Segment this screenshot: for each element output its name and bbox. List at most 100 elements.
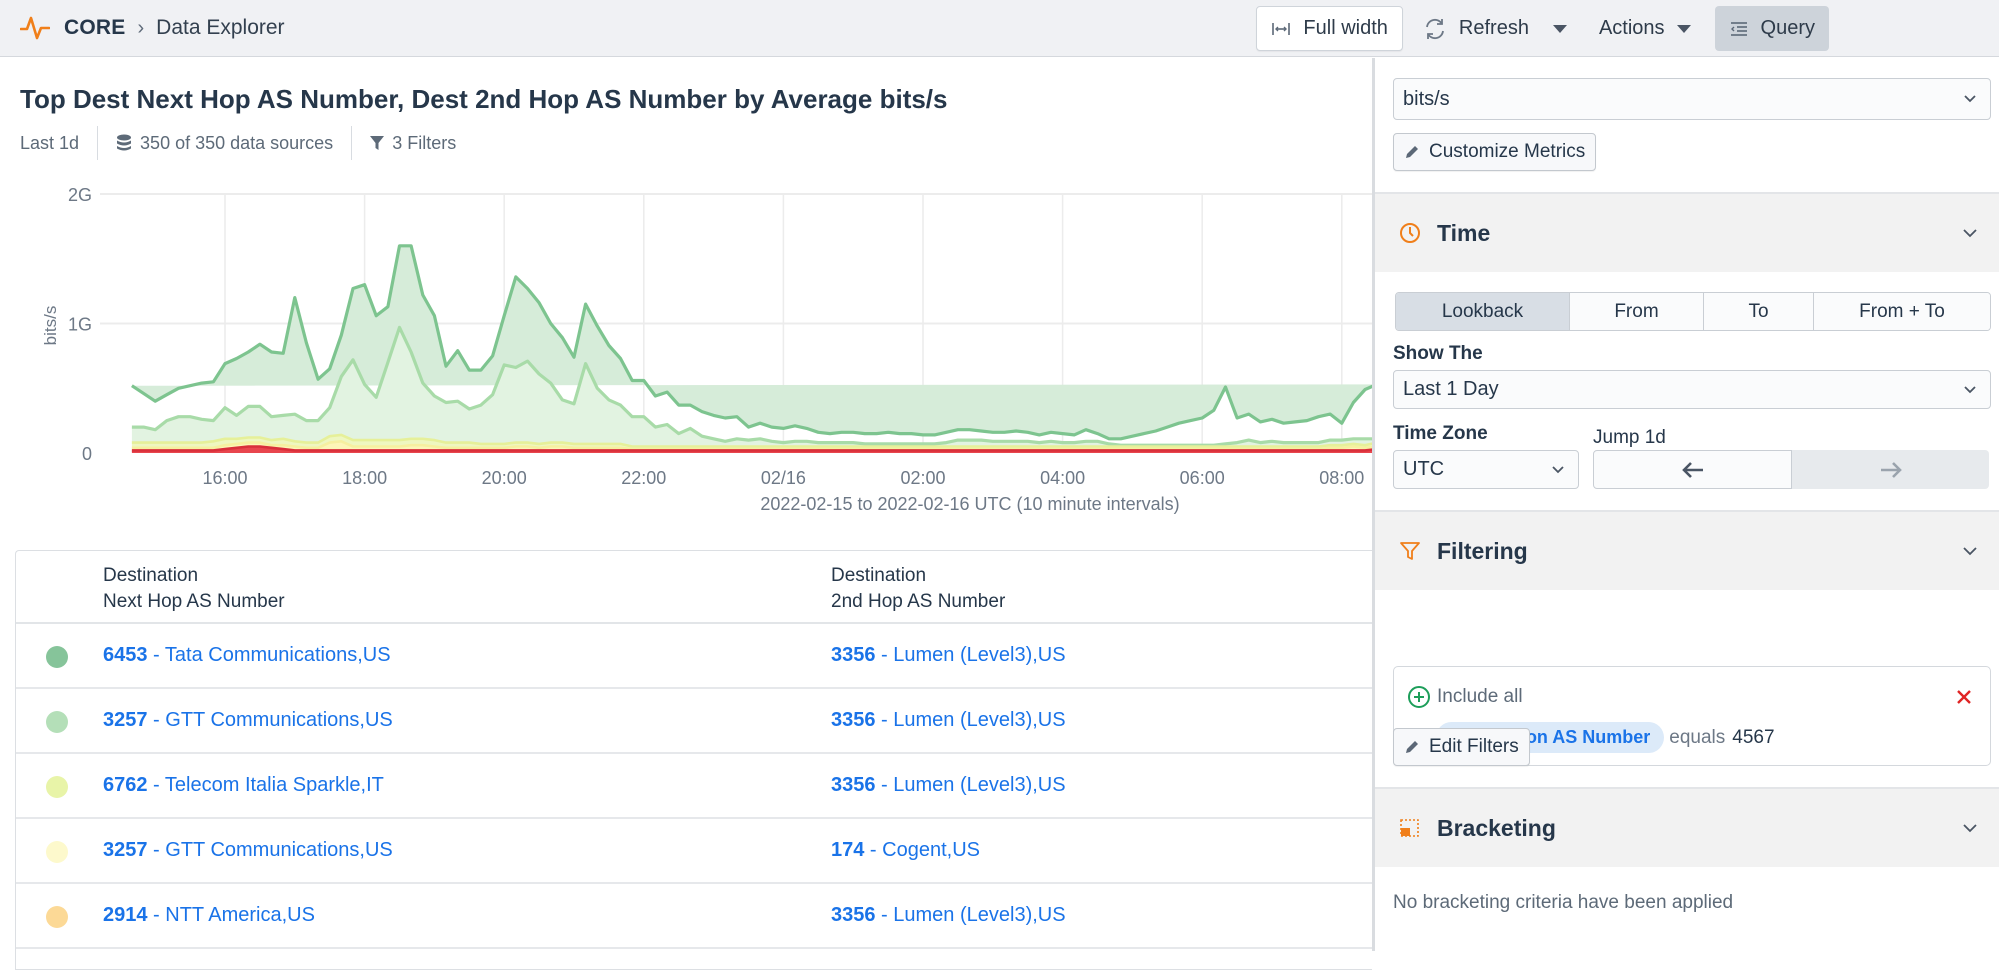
- arrow-left-icon: [1681, 461, 1703, 478]
- column-header-next-hop[interactable]: Destination Next Hop AS Number: [103, 563, 285, 615]
- y-tick-label: 1G: [68, 315, 92, 335]
- next-hop-as-link[interactable]: 6762 - Telecom Italia Sparkle,IT: [103, 774, 384, 797]
- query-label: Query: [1760, 17, 1815, 39]
- query-summary: Last 1d 350 of 350 data sources 3 Filter…: [20, 126, 474, 160]
- chevron-down-icon: [1552, 466, 1564, 474]
- second-hop-as-link[interactable]: 3356 - Lumen (Level3),US: [831, 904, 1066, 927]
- time-section-header[interactable]: Time: [1375, 192, 1999, 272]
- second-hop-as-link[interactable]: 3356 - Lumen (Level3),US: [831, 644, 1066, 667]
- y-axis-label: bits/s: [41, 306, 60, 346]
- caret-down-icon: [1552, 24, 1567, 33]
- jump-back-button[interactable]: [1593, 450, 1792, 489]
- data-sources-summary[interactable]: 350 of 350 data sources: [116, 133, 351, 154]
- table-header: Destination Next Hop AS Number Destinati…: [16, 551, 1372, 624]
- brand-name[interactable]: CORE: [64, 16, 125, 40]
- time-mode-toggle: Lookback From To From + To: [1395, 292, 1991, 331]
- x-axis-label: 2022-02-15 to 2022-02-16 UTC (10 minute …: [760, 494, 1179, 514]
- query-button[interactable]: Query: [1714, 6, 1829, 51]
- traffic-chart[interactable]: 0 1G 2G 16:00 18:00 20:00 22:00 02/16 02:00 04:00…: [0, 168, 1372, 588]
- actions-dropdown[interactable]: Actions: [1585, 6, 1705, 51]
- series-color-swatch: [46, 646, 68, 668]
- refresh-options-dropdown[interactable]: [1543, 6, 1585, 51]
- jump-controls: [1593, 450, 1989, 489]
- filters-summary[interactable]: 3 Filters: [370, 133, 474, 154]
- next-hop-as-link[interactable]: 6453 - Tata Communications,US: [103, 644, 391, 667]
- refresh-button[interactable]: Refresh: [1409, 6, 1543, 51]
- column-header-2nd-hop[interactable]: Destination 2nd Hop AS Number: [831, 563, 1005, 615]
- table-row[interactable]: 3257 - GTT Communications,US 174 - Cogent…: [16, 819, 1372, 884]
- database-icon: [117, 134, 132, 151]
- next-hop-as-link[interactable]: 3257 - GTT Communications,US: [103, 839, 393, 862]
- time-mode-from[interactable]: From: [1570, 293, 1704, 330]
- x-tick-label: 20:00: [482, 468, 527, 488]
- breadcrumb: CORE › Data Explorer: [20, 15, 285, 41]
- full-width-label: Full width: [1303, 17, 1388, 39]
- x-tick-label: 06:00: [1180, 468, 1225, 488]
- table-row[interactable]: 6762 - Telecom Italia Sparkle,IT 3356 - L…: [16, 754, 1372, 819]
- time-zone-select[interactable]: UTC: [1393, 450, 1579, 489]
- series-area-4: [131, 245, 1372, 439]
- query-sidebar: bits/s Customize Metrics Time Lookback F…: [1375, 58, 1999, 951]
- bracketing-empty-text: No bracketing criteria have been applied: [1393, 892, 1734, 913]
- table-row[interactable]: 6453 - Tata Communications,US 3356 - Lume…: [16, 624, 1372, 689]
- page-title: Top Dest Next Hop AS Number, Dest 2nd Ho…: [20, 84, 948, 114]
- arrow-right-icon: [1880, 461, 1902, 478]
- filter-group-mode: Include all: [1407, 685, 1523, 709]
- x-tick-label: 04:00: [1040, 468, 1085, 488]
- time-mode-from-to[interactable]: From + To: [1814, 293, 1990, 330]
- jump-forward-button[interactable]: [1792, 450, 1989, 489]
- table-body: 6453 - Tata Communications,US 3356 - Lume…: [16, 624, 1372, 949]
- customize-metrics-button[interactable]: Customize Metrics: [1393, 133, 1597, 171]
- chevron-down-icon: [1964, 386, 1976, 394]
- table-row[interactable]: 2914 - NTT America,US 3356 - Lumen (Level…: [16, 884, 1372, 949]
- remove-filter-icon[interactable]: [1956, 689, 1972, 705]
- jump-label: Jump 1d: [1593, 427, 1666, 448]
- y-tick-label: 2G: [68, 185, 92, 205]
- time-mode-to[interactable]: To: [1704, 293, 1814, 330]
- next-hop-as-link[interactable]: 2914 - NTT America,US: [103, 904, 315, 927]
- main-panel: Top Dest Next Hop AS Number, Dest 2nd Ho…: [0, 58, 1372, 970]
- y-tick-label: 0: [82, 444, 92, 464]
- series-color-swatch: [46, 906, 68, 928]
- clock-icon: [1399, 222, 1421, 244]
- pulse-logo-icon: [20, 16, 50, 40]
- full-width-button[interactable]: Full width: [1256, 6, 1403, 51]
- pencil-icon: [1406, 146, 1418, 158]
- x-tick-label: 02:00: [900, 468, 945, 488]
- second-hop-as-link[interactable]: 3356 - Lumen (Level3),US: [831, 709, 1066, 732]
- top-bar: CORE › Data Explorer Full width Refresh …: [0, 0, 1999, 57]
- results-table: Destination Next Hop AS Number Destinati…: [15, 550, 1372, 970]
- filter-value: 4567: [1732, 726, 1775, 748]
- refresh-icon: [1423, 18, 1447, 40]
- series-color-swatch: [46, 711, 68, 733]
- metric-select[interactable]: bits/s: [1393, 78, 1991, 120]
- lookback-select[interactable]: Last 1 Day: [1393, 370, 1991, 409]
- query-list-icon: [1729, 21, 1749, 37]
- second-hop-as-link[interactable]: 3356 - Lumen (Level3),US: [831, 774, 1066, 797]
- bracketing-section-header[interactable]: Bracketing: [1375, 787, 1999, 867]
- table-row[interactable]: 3257 - GTT Communications,US 3356 - Lumen…: [16, 689, 1372, 754]
- series-color-swatch: [46, 841, 68, 863]
- time-mode-lookback[interactable]: Lookback: [1396, 293, 1570, 330]
- add-circle-icon[interactable]: [1407, 685, 1431, 709]
- second-hop-as-link[interactable]: 174 - Cogent,US: [831, 839, 980, 862]
- chevron-down-icon: [1963, 824, 1977, 833]
- filter-operator: equals: [1669, 726, 1726, 748]
- actions-label: Actions: [1598, 17, 1665, 39]
- bracketing-icon: [1399, 817, 1421, 839]
- lookback-summary[interactable]: Last 1d: [20, 133, 97, 154]
- filtering-section-header[interactable]: Filtering: [1375, 510, 1999, 590]
- chevron-down-icon: [1963, 547, 1977, 556]
- divider: [351, 126, 353, 160]
- time-zone-label: Time Zone: [1393, 423, 1488, 444]
- series-color-swatch: [46, 776, 68, 798]
- edit-filters-button[interactable]: Edit Filters: [1393, 728, 1530, 766]
- pencil-icon: [1406, 741, 1418, 753]
- filter-icon: [370, 136, 385, 150]
- divider: [97, 126, 99, 160]
- refresh-label: Refresh: [1458, 17, 1529, 39]
- x-tick-label: 18:00: [342, 468, 387, 488]
- x-tick-label: 08:00: [1319, 468, 1364, 488]
- funnel-icon: [1399, 540, 1421, 562]
- next-hop-as-link[interactable]: 3257 - GTT Communications,US: [103, 709, 393, 732]
